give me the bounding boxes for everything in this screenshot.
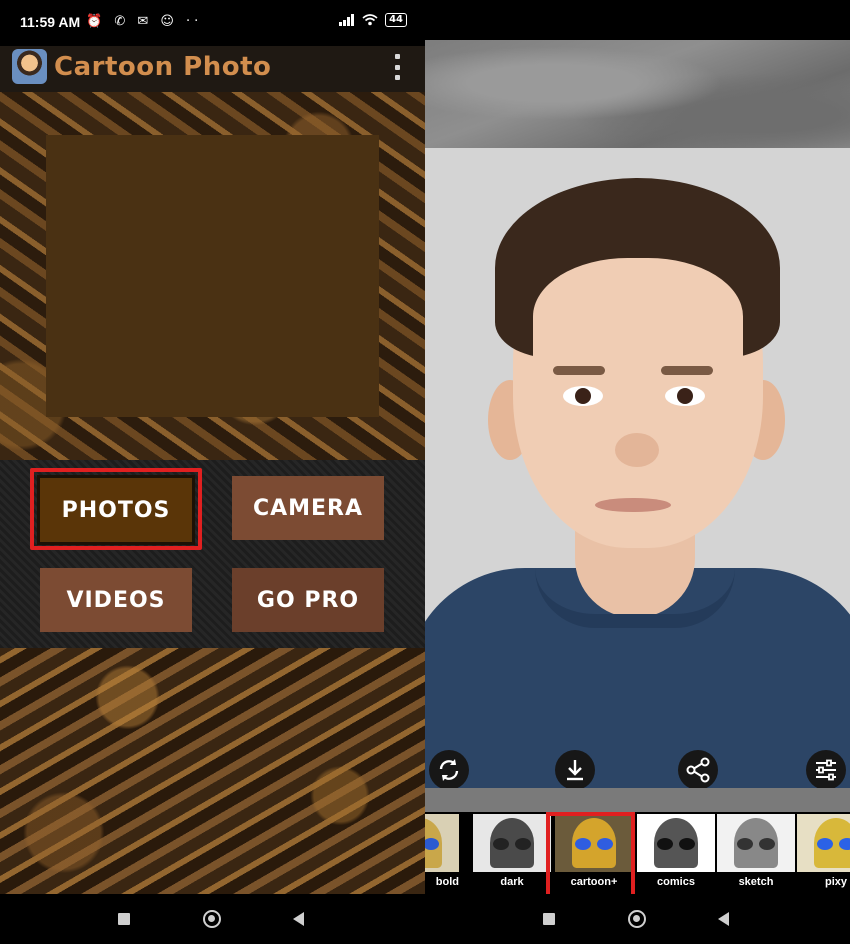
left-eye [563, 386, 603, 406]
camera-button[interactable]: CAMERA [232, 476, 384, 540]
filter-item-bold[interactable]: bold [425, 812, 459, 894]
filter-thumb [637, 814, 715, 872]
share-icon [686, 757, 710, 783]
portrait-image [425, 148, 850, 788]
system-nav-bar-right [425, 894, 850, 944]
share-button[interactable] [678, 750, 718, 790]
filter-thumb [473, 814, 551, 872]
filter-label: bold [435, 876, 459, 888]
nose [615, 433, 659, 467]
filter-thumb [797, 814, 850, 872]
app-title: Cartoon Photo [54, 52, 272, 82]
cartoon-filter-highlight-box [546, 812, 635, 898]
overflow-menu-icon[interactable] [393, 54, 401, 80]
download-button[interactable] [555, 750, 595, 790]
recents-square-icon[interactable] [118, 913, 130, 925]
filter-strip-header [425, 788, 850, 812]
filter-label: sketch [738, 876, 774, 888]
home-circle-icon[interactable] [203, 910, 221, 928]
home-circle-icon[interactable] [628, 910, 646, 928]
left-eyebrow [553, 366, 605, 375]
collar [535, 568, 735, 628]
videos-button[interactable]: VIDEOS [40, 568, 192, 632]
photo-preview-frame [46, 135, 379, 417]
app-bar: Cartoon Photo [0, 46, 425, 92]
status-bar: 11:59 AM ⏰ ✆ ✉ ☺ ·· 44 [0, 0, 425, 46]
home-screen: 11:59 AM ⏰ ✆ ✉ ☺ ·· 44 Cartoon Photo PHO… [0, 0, 425, 944]
sliders-icon [816, 759, 836, 781]
filter-item-dark[interactable]: dark [473, 812, 551, 894]
filter-label: pixy [824, 876, 847, 888]
back-triangle-icon[interactable] [718, 912, 729, 926]
go-pro-button[interactable]: GO PRO [232, 568, 384, 632]
app-logo-icon [12, 49, 47, 84]
editor-screen: bold dark cartoon+ comics sketch pixy [425, 0, 850, 944]
notification-icons: ⏰ ✆ ✉ ☺ ·· [86, 14, 203, 29]
status-time: 11:59 AM [20, 14, 81, 30]
paper-texture-banner [425, 40, 850, 148]
filter-carousel[interactable]: bold dark cartoon+ comics sketch pixy [425, 812, 850, 894]
signal-icon [339, 14, 355, 26]
filter-item-comics[interactable]: comics [637, 812, 715, 894]
wifi-icon [362, 14, 378, 26]
rotate-icon [439, 759, 459, 781]
filter-item-pixy[interactable]: pixy [797, 812, 850, 894]
photos-highlight-box [30, 468, 202, 550]
editor-action-bar [425, 748, 850, 792]
adjust-button[interactable] [806, 750, 846, 790]
battery-indicator: 44 [385, 13, 407, 27]
filter-label: comics [657, 876, 695, 888]
filter-label: dark [500, 876, 524, 888]
system-icons: 44 [339, 13, 407, 27]
textured-background-bottom [0, 648, 425, 894]
system-nav-bar [0, 894, 425, 944]
right-eye [665, 386, 705, 406]
status-bar-right [425, 0, 850, 40]
download-icon [567, 760, 583, 781]
filter-thumb [717, 814, 795, 872]
filter-thumb [425, 814, 459, 872]
mouth [595, 498, 671, 512]
right-eyebrow [661, 366, 713, 375]
back-triangle-icon[interactable] [293, 912, 304, 926]
filter-item-sketch[interactable]: sketch [717, 812, 795, 894]
screenshot-root: 11:59 AM ⏰ ✆ ✉ ☺ ·· 44 Cartoon Photo PHO… [0, 0, 850, 944]
rotate-button[interactable] [429, 750, 469, 790]
recents-square-icon[interactable] [543, 913, 555, 925]
